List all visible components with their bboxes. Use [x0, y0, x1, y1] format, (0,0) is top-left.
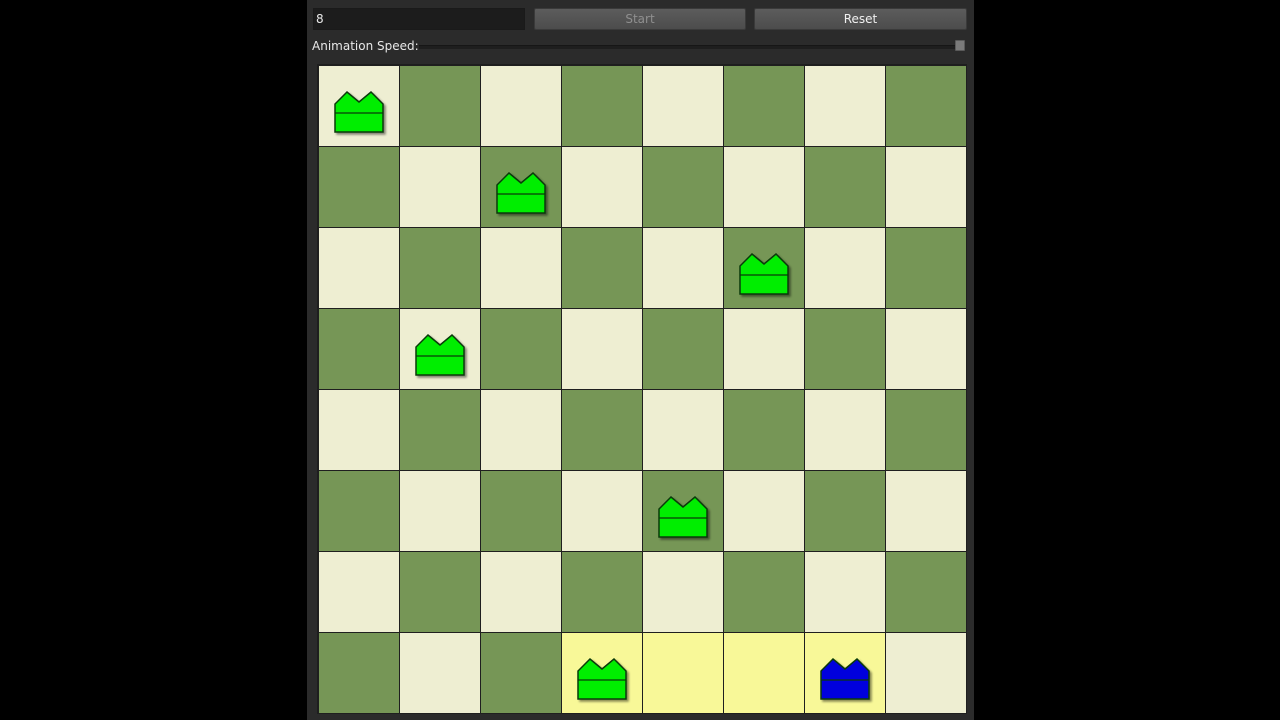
- queen-icon: [658, 496, 708, 538]
- board-cell-r2-c1[interactable]: [399, 227, 481, 309]
- board-cell-r5-c5[interactable]: [723, 470, 805, 552]
- board-cell-r2-c0[interactable]: [318, 227, 400, 309]
- board-cell-r0-c1[interactable]: [399, 65, 481, 147]
- reset-button[interactable]: Reset: [754, 8, 967, 30]
- board-cell-r7-c6[interactable]: [804, 632, 886, 714]
- board-cell-r1-c3[interactable]: [561, 146, 643, 228]
- board-cell-r4-c5[interactable]: [723, 389, 805, 471]
- board-cell-r5-c7[interactable]: [885, 470, 967, 552]
- chess-board: [317, 64, 967, 714]
- board-cell-r0-c0[interactable]: [318, 65, 400, 147]
- board-cell-r0-c6[interactable]: [804, 65, 886, 147]
- queen-icon: [577, 658, 627, 700]
- n-queens-app: Start Reset Animation Speed:: [307, 0, 974, 720]
- board-cell-r0-c7[interactable]: [885, 65, 967, 147]
- board-cell-r3-c3[interactable]: [561, 308, 643, 390]
- board-cell-r6-c3[interactable]: [561, 551, 643, 633]
- board-cell-r6-c7[interactable]: [885, 551, 967, 633]
- board-cell-r2-c3[interactable]: [561, 227, 643, 309]
- board-cell-r3-c1[interactable]: [399, 308, 481, 390]
- board-cell-r6-c2[interactable]: [480, 551, 562, 633]
- board-cell-r7-c1[interactable]: [399, 632, 481, 714]
- animation-speed-label: Animation Speed:: [312, 39, 419, 53]
- board-cell-r5-c1[interactable]: [399, 470, 481, 552]
- board-cell-r3-c6[interactable]: [804, 308, 886, 390]
- board-cell-r7-c3[interactable]: [561, 632, 643, 714]
- board-cell-r7-c7[interactable]: [885, 632, 967, 714]
- board-cell-r1-c5[interactable]: [723, 146, 805, 228]
- board-cell-r0-c5[interactable]: [723, 65, 805, 147]
- board-cell-r4-c0[interactable]: [318, 389, 400, 471]
- board-cell-r7-c5[interactable]: [723, 632, 805, 714]
- board-cell-r2-c5[interactable]: [723, 227, 805, 309]
- board-cell-r6-c1[interactable]: [399, 551, 481, 633]
- board-cell-r5-c0[interactable]: [318, 470, 400, 552]
- queen-icon: [739, 253, 789, 295]
- board-cell-r7-c2[interactable]: [480, 632, 562, 714]
- queen-icon: [496, 172, 546, 214]
- board-cell-r6-c4[interactable]: [642, 551, 724, 633]
- board-cell-r5-c2[interactable]: [480, 470, 562, 552]
- board-cell-r3-c2[interactable]: [480, 308, 562, 390]
- board-cell-r6-c6[interactable]: [804, 551, 886, 633]
- board-size-input[interactable]: [313, 8, 525, 30]
- board-cell-r2-c2[interactable]: [480, 227, 562, 309]
- queen-active-icon: [820, 658, 870, 700]
- board-cell-r4-c3[interactable]: [561, 389, 643, 471]
- board-cell-r0-c4[interactable]: [642, 65, 724, 147]
- board-cell-r4-c4[interactable]: [642, 389, 724, 471]
- board-cell-r2-c4[interactable]: [642, 227, 724, 309]
- board-cell-r4-c2[interactable]: [480, 389, 562, 471]
- board-cell-r7-c4[interactable]: [642, 632, 724, 714]
- board-cell-r2-c6[interactable]: [804, 227, 886, 309]
- board-cell-r7-c0[interactable]: [318, 632, 400, 714]
- board-cell-r0-c2[interactable]: [480, 65, 562, 147]
- board-cell-r6-c5[interactable]: [723, 551, 805, 633]
- board-cell-r1-c2[interactable]: [480, 146, 562, 228]
- board-cell-r4-c6[interactable]: [804, 389, 886, 471]
- board-cell-r3-c5[interactable]: [723, 308, 805, 390]
- board-cell-r1-c7[interactable]: [885, 146, 967, 228]
- board-cell-r0-c3[interactable]: [561, 65, 643, 147]
- queen-icon: [415, 334, 465, 376]
- board-cell-r1-c4[interactable]: [642, 146, 724, 228]
- board-cell-r4-c7[interactable]: [885, 389, 967, 471]
- board-cell-r5-c4[interactable]: [642, 470, 724, 552]
- board-cell-r5-c6[interactable]: [804, 470, 886, 552]
- board-cell-r1-c0[interactable]: [318, 146, 400, 228]
- queen-icon: [334, 91, 384, 133]
- board-cell-r4-c1[interactable]: [399, 389, 481, 471]
- board-cell-r3-c4[interactable]: [642, 308, 724, 390]
- animation-speed-slider-track[interactable]: [419, 45, 965, 49]
- board-cell-r1-c1[interactable]: [399, 146, 481, 228]
- board-cell-r3-c7[interactable]: [885, 308, 967, 390]
- board-cell-r2-c7[interactable]: [885, 227, 967, 309]
- board-cell-r5-c3[interactable]: [561, 470, 643, 552]
- board-cell-r6-c0[interactable]: [318, 551, 400, 633]
- board-cell-r3-c0[interactable]: [318, 308, 400, 390]
- animation-speed-slider-handle[interactable]: [955, 40, 965, 51]
- board-cell-r1-c6[interactable]: [804, 146, 886, 228]
- start-button[interactable]: Start: [534, 8, 746, 30]
